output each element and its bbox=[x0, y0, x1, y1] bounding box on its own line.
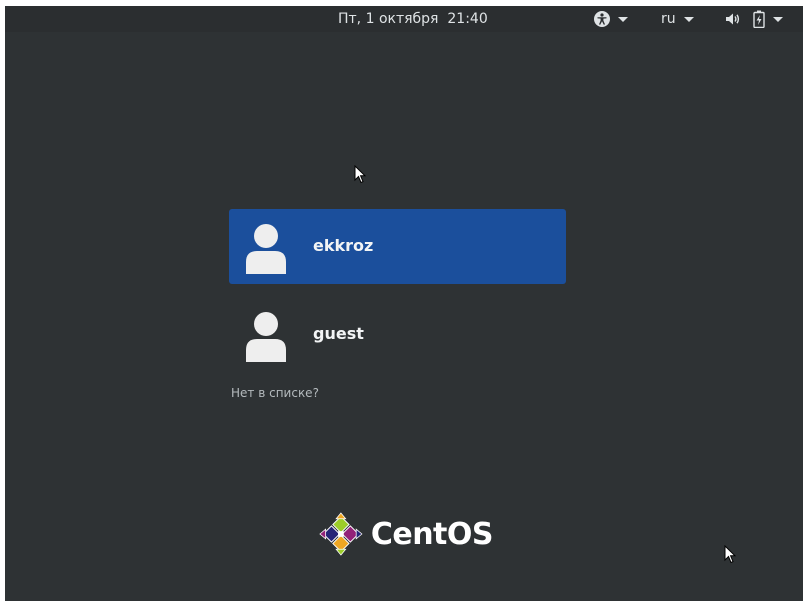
centos-logo-text: CentOS bbox=[370, 516, 494, 552]
system-menu[interactable] bbox=[725, 9, 783, 29]
user-row-guest[interactable]: guest bbox=[229, 297, 566, 372]
user-avatar-icon bbox=[246, 312, 286, 362]
top-bar: Пт, 1 октября 21:40 ru bbox=[5, 6, 803, 32]
mouse-pointer-icon bbox=[354, 165, 366, 184]
battery-charging-icon bbox=[753, 10, 765, 28]
user-name: guest bbox=[313, 324, 364, 343]
language-label: ru bbox=[661, 11, 676, 27]
language-menu[interactable]: ru bbox=[661, 9, 694, 29]
login-screen: Пт, 1 октября 21:40 ru ekkroz guest Нет … bbox=[5, 6, 803, 601]
volume-icon bbox=[726, 13, 740, 25]
user-name: ekkroz bbox=[313, 236, 374, 255]
centos-logo-icon bbox=[319, 512, 363, 556]
chevron-down-icon bbox=[618, 16, 628, 22]
mouse-pointer-icon bbox=[724, 545, 736, 564]
chevron-down-icon bbox=[773, 16, 783, 22]
accessibility-icon bbox=[594, 11, 610, 27]
user-avatar-icon bbox=[246, 224, 286, 274]
centos-logo: CentOS bbox=[318, 509, 494, 559]
chevron-down-icon bbox=[683, 16, 694, 22]
clock[interactable]: Пт, 1 октября 21:40 bbox=[338, 11, 488, 27]
not-listed-link[interactable]: Нет в списке? bbox=[231, 386, 319, 400]
user-row-ekkroz[interactable]: ekkroz bbox=[229, 209, 566, 284]
accessibility-menu[interactable] bbox=[594, 9, 628, 29]
